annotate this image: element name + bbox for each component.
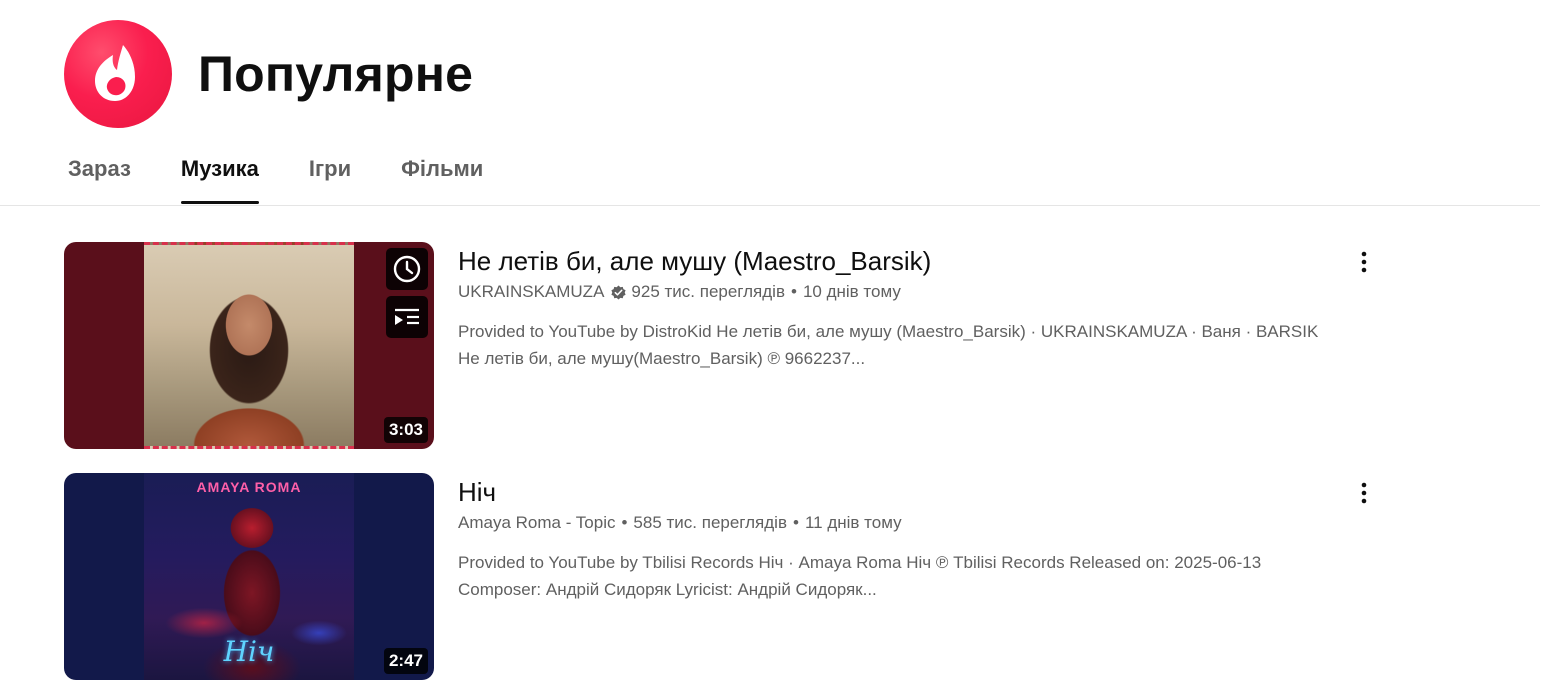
category-tabs: Зараз Музика Ігри Фільми — [68, 152, 533, 206]
tab-music[interactable]: Музика — [180, 152, 259, 204]
video-details: Ніч Amaya Roma - Topic • 585 тис. перегл… — [458, 473, 1367, 681]
channel-name[interactable]: Amaya Roma - Topic — [458, 513, 615, 533]
video-item[interactable]: 3:03 Не летів би, але мушу (Maestro_Bars… — [64, 242, 1367, 450]
video-meta: UKRAINSKAMUZA 925 тис. переглядів • 10 д… — [458, 282, 1348, 302]
view-count: 585 тис. переглядів — [633, 513, 787, 532]
video-description: Provided to YouTube by DistroKid Не леті… — [458, 318, 1358, 372]
thumbnail-artwork: AMAYA ROMA Ніч — [144, 473, 354, 680]
meta-separator: • — [621, 513, 628, 532]
video-thumbnail[interactable]: 3:03 — [64, 242, 434, 449]
tab-games[interactable]: Ігри — [309, 152, 351, 204]
meta-separator: • — [793, 513, 799, 532]
tab-now[interactable]: Зараз — [68, 152, 131, 204]
trending-flame-icon — [64, 20, 172, 128]
description-line: Composer: Андрій Сидоряк Lyricist: Андрі… — [458, 580, 877, 599]
channel-name[interactable]: UKRAINSKAMUZA — [458, 282, 604, 302]
clock-icon — [393, 255, 421, 283]
video-thumbnail[interactable]: AMAYA ROMA Ніч 2:47 — [64, 473, 434, 680]
description-line: Provided to YouTube by Tbilisi Records Н… — [458, 553, 1262, 572]
tabs-divider — [0, 205, 1540, 206]
verified-badge-icon — [610, 284, 627, 301]
video-description: Provided to YouTube by Tbilisi Records Н… — [458, 549, 1358, 603]
artwork-title-text: Ніч — [223, 635, 275, 668]
upload-age: 10 днів тому — [802, 282, 901, 301]
watch-later-button[interactable] — [386, 248, 428, 290]
video-title[interactable]: Ніч — [458, 475, 1348, 509]
more-actions-button[interactable] — [1344, 473, 1384, 513]
meta-separator: • — [791, 282, 797, 301]
upload-age: 11 днів тому — [804, 513, 902, 532]
description-line: Не летів би, але мушу(Maestro_Barsik) ℗ … — [458, 349, 866, 368]
video-meta: Amaya Roma - Topic • 585 тис. переглядів… — [458, 513, 1348, 533]
more-vert-icon — [1361, 482, 1367, 504]
add-to-queue-button[interactable] — [386, 296, 428, 338]
page-title: Популярне — [198, 46, 474, 102]
artwork-artist-text: AMAYA ROMA — [196, 479, 302, 495]
more-vert-icon — [1361, 251, 1367, 273]
thumbnail-artwork — [144, 242, 354, 449]
video-duration: 3:03 — [383, 417, 428, 443]
add-to-queue-icon — [395, 308, 419, 325]
view-count: 925 тис. переглядів — [631, 282, 785, 301]
video-details: Не летів би, але мушу (Maestro_Barsik) U… — [458, 242, 1367, 450]
more-actions-button[interactable] — [1344, 242, 1384, 282]
description-line: Provided to YouTube by DistroKid Не леті… — [458, 322, 1319, 341]
tab-movies[interactable]: Фільми — [401, 152, 483, 204]
page-header: Популярне — [64, 20, 473, 128]
video-title[interactable]: Не летів би, але мушу (Maestro_Barsik) — [458, 244, 1348, 278]
video-duration: 2:47 — [383, 648, 428, 674]
video-item[interactable]: AMAYA ROMA Ніч 2:47 Ніч Amaya Roma - Top… — [64, 473, 1367, 681]
